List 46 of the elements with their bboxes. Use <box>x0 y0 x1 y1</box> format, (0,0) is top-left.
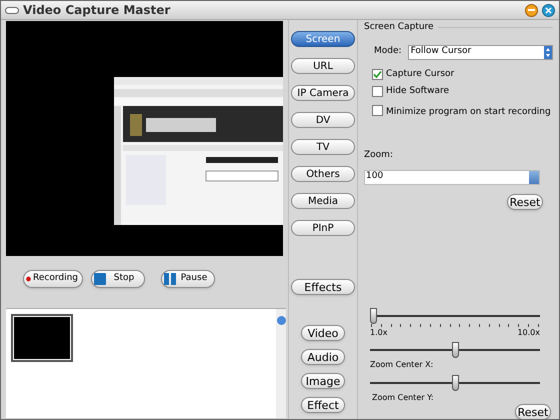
output-button[interactable]: Audio <box>301 349 345 365</box>
minimize-button[interactable] <box>525 4 538 16</box>
source-tab[interactable]: PInP <box>291 220 355 236</box>
spin-handle[interactable] <box>529 170 539 184</box>
slider-thumb[interactable] <box>452 374 458 390</box>
clip-thumbnail[interactable] <box>11 314 73 362</box>
source-tab[interactable]: Screen <box>291 31 355 47</box>
checkbox[interactable] <box>372 86 383 98</box>
mode-label: Mode: <box>374 45 402 58</box>
source-tab[interactable]: IP Camera <box>291 85 355 101</box>
control-button[interactable]: Recording <box>23 270 83 288</box>
checkbox[interactable] <box>372 68 383 80</box>
source-tab[interactable]: Media <box>291 193 355 209</box>
reset-button[interactable]: Reset <box>507 194 543 210</box>
min-zoom-label: 1.0x <box>370 326 388 338</box>
reset-button[interactable]: Reset <box>515 404 551 419</box>
output-button[interactable]: Image <box>301 373 345 389</box>
slider-thumb[interactable] <box>452 342 458 358</box>
source-tab[interactable]: DV <box>291 112 355 128</box>
app-icon <box>5 6 19 14</box>
checkbox-label: Capture Cursor <box>386 68 454 80</box>
source-tab[interactable]: URL <box>291 58 355 74</box>
slider-label: Zoom Center X: <box>370 358 434 370</box>
pause-icon <box>164 273 176 285</box>
max-zoom-label: 10.0x <box>517 326 540 338</box>
group-title: Screen Capture <box>364 21 434 34</box>
output-button[interactable]: Video <box>301 325 345 341</box>
close-icon <box>545 6 552 14</box>
source-tab[interactable]: TV <box>291 139 355 155</box>
source-tab[interactable]: Others <box>291 166 355 182</box>
output-button[interactable]: Effect <box>301 397 345 413</box>
window-title: Video Capture Master <box>23 2 172 19</box>
zoom-field[interactable]: 100 <box>364 170 540 184</box>
stop-icon <box>94 273 106 285</box>
close-button[interactable] <box>542 4 555 16</box>
checkbox-label: Hide Software <box>386 85 450 98</box>
checkbox-label: Minimize program on start recording <box>386 106 551 118</box>
spin-icon <box>544 46 552 58</box>
control-button[interactable]: Pause <box>161 270 215 288</box>
slider-thumb[interactable] <box>370 308 377 324</box>
effects-button[interactable]: Effects <box>291 279 355 295</box>
zoom-label: Zoom: <box>364 149 394 162</box>
slider-label: Zoom Center Y: <box>372 392 435 404</box>
control-button[interactable]: Stop <box>91 270 145 288</box>
checkbox[interactable] <box>372 105 383 116</box>
mode-dropdown[interactable]: Follow Cursor <box>408 44 553 60</box>
